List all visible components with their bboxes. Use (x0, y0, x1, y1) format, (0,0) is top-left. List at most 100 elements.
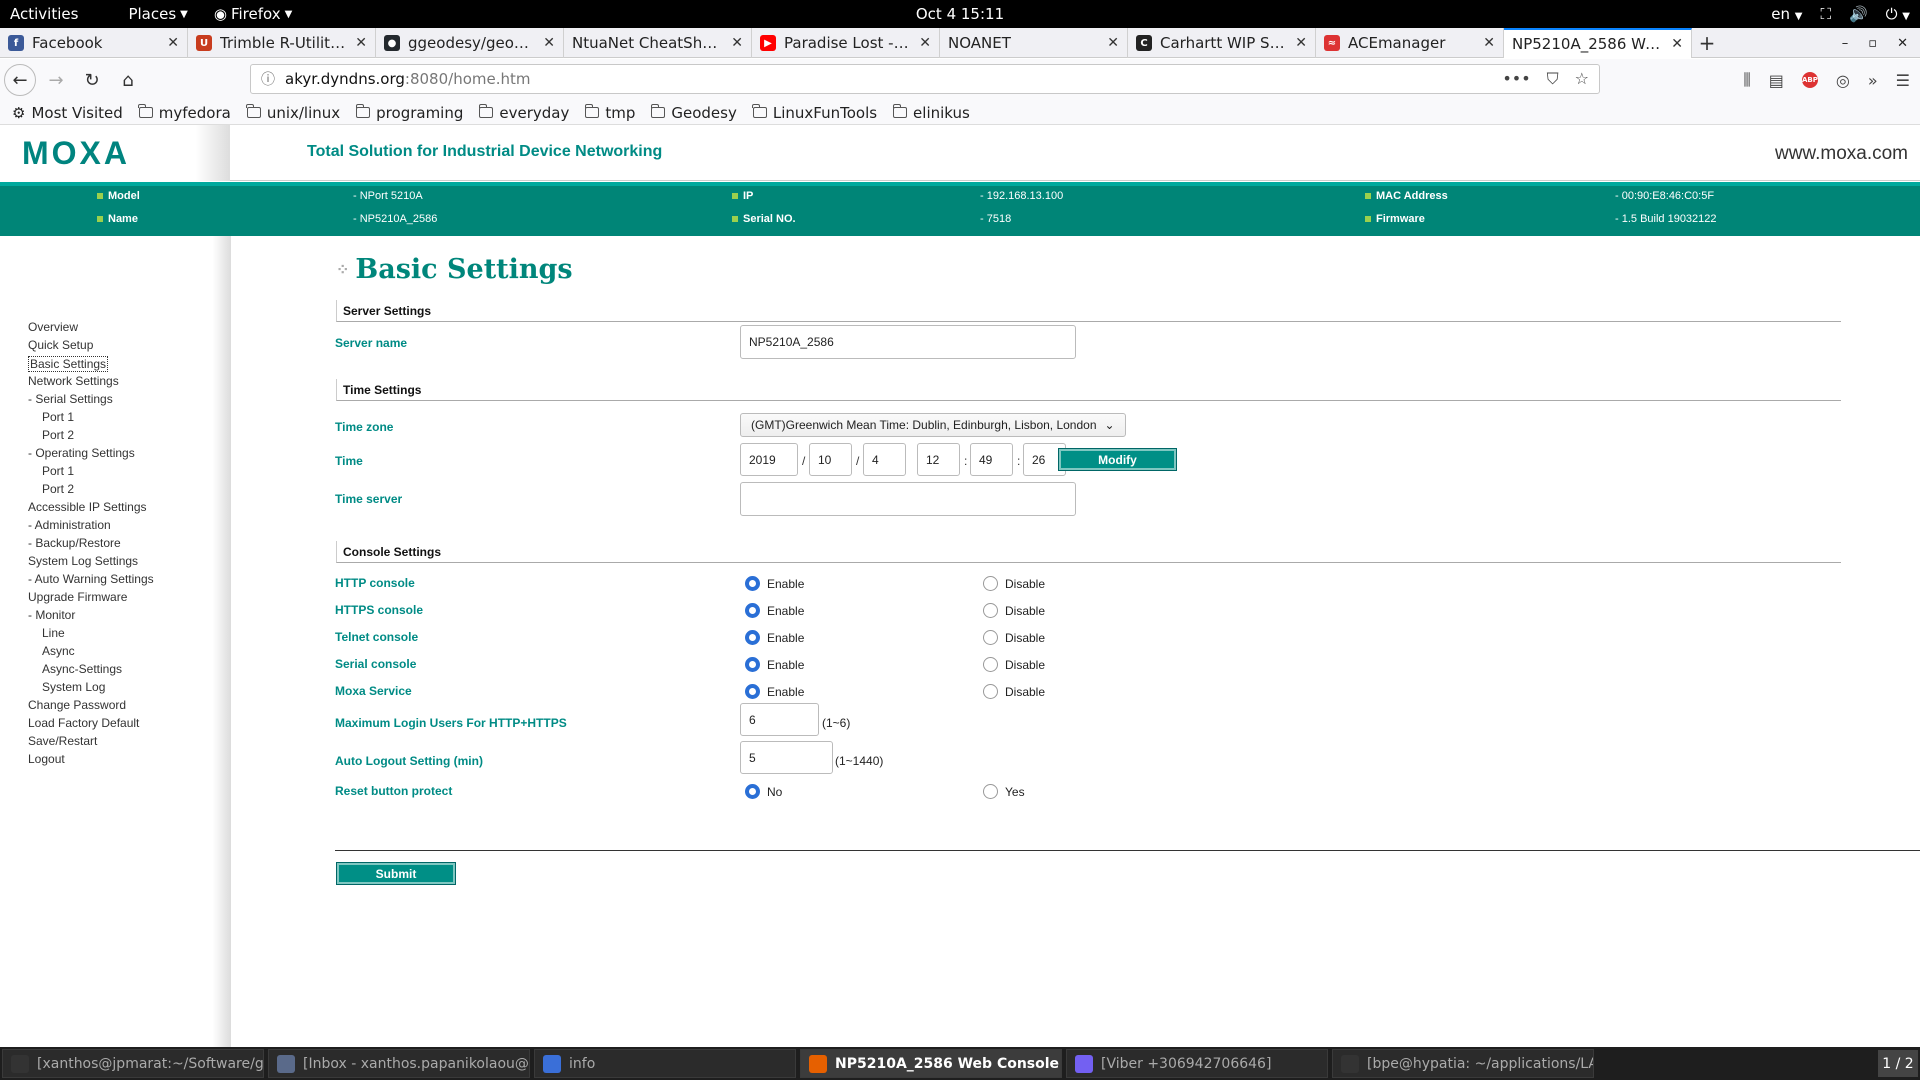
sidenav-item-line[interactable]: Line (42, 626, 65, 640)
maximize-icon[interactable]: ▫ (1868, 36, 1877, 51)
sidenav-item-monitor[interactable]: - Monitor (28, 608, 75, 622)
account-icon[interactable]: ◎ (1836, 71, 1850, 90)
sidenav-item-port-2[interactable]: Port 2 (42, 482, 74, 496)
new-tab-icon[interactable]: + (1692, 28, 1722, 57)
bookmark-item[interactable]: unix/linux (246, 104, 340, 122)
sidenav-item-network-settings[interactable]: Network Settings (28, 374, 119, 388)
sidenav-item-backup-restore[interactable]: - Backup/Restore (28, 536, 121, 550)
server-name-input[interactable]: NP5210A_2586 (740, 325, 1076, 359)
sidenav-item-port-1[interactable]: Port 1 (42, 410, 74, 424)
browser-tab[interactable]: NtuaNet CheatSheet ✕ (564, 28, 752, 58)
pocket-icon[interactable]: ⛉ (1547, 69, 1559, 89)
sidenav-item-serial-settings[interactable]: - Serial Settings (28, 392, 113, 406)
minute-input[interactable]: 49 (970, 443, 1013, 476)
sidenav-item-administration[interactable]: - Administration (28, 518, 111, 532)
year-input[interactable]: 2019 (740, 443, 798, 476)
close-tab-icon[interactable]: ✕ (731, 35, 743, 51)
bookmark-item[interactable]: LinuxFunTools (752, 104, 877, 122)
site-info-icon[interactable]: ⓘ (261, 69, 275, 89)
sidenav-item-async-settings[interactable]: Async-Settings (42, 662, 122, 676)
power-icon[interactable]: ⏻ ▼ (1886, 5, 1910, 23)
browser-tab[interactable]: U Trimble R-Utilities ✕ (188, 28, 376, 58)
taskbar-item[interactable]: [Viber +306942706646] (1066, 1049, 1328, 1078)
bookmark-star-icon[interactable]: ☆ (1575, 69, 1589, 89)
menu-icon[interactable]: ☰ (1896, 71, 1910, 90)
modify-button[interactable]: Modify (1059, 449, 1176, 470)
minimize-icon[interactable]: – (1842, 36, 1849, 51)
close-tab-icon[interactable]: ✕ (1107, 35, 1119, 51)
sidenav-item-overview[interactable]: Overview (28, 320, 78, 334)
telnet-enable-radio[interactable]: Enable (745, 630, 804, 645)
close-tab-icon[interactable]: ✕ (1295, 35, 1307, 51)
back-icon[interactable]: ← (4, 64, 36, 96)
activities-button[interactable]: Activities (0, 5, 88, 23)
bookmark-item[interactable]: Geodesy (650, 104, 737, 122)
url-bar[interactable]: ⓘ akyr.dyndns.org:8080/home.htm ••• ⛉ ☆ (250, 64, 1600, 94)
taskbar-item[interactable]: [xanthos@jpmarat:~/Software/gp... (2, 1049, 264, 1078)
page-actions-icon[interactable]: ••• (1502, 69, 1530, 89)
home-icon[interactable]: ⌂ (112, 64, 144, 96)
sidenav-item-port-2[interactable]: Port 2 (42, 428, 74, 442)
moxa-service-enable-radio[interactable]: Enable (745, 684, 804, 699)
app-menu[interactable]: ◉ Firefox ▼ (204, 5, 302, 23)
taskbar-item[interactable]: [bpe@hypatia: ~/applications/LAP... (1332, 1049, 1594, 1078)
sidenav-item-quick-setup[interactable]: Quick Setup (28, 338, 93, 352)
places-menu[interactable]: Places ▼ (118, 5, 197, 23)
browser-tab[interactable]: C Carhartt WIP Sale | c ✕ (1128, 28, 1316, 58)
sidenav-item-basic-settings[interactable]: Basic Settings (28, 356, 109, 372)
clock[interactable]: Oct 4 15:11 (916, 5, 1004, 23)
workspace-pager[interactable]: 1 / 2 (1878, 1050, 1918, 1077)
submit-button[interactable]: Submit (337, 863, 455, 884)
sidenav-item-save-restart[interactable]: Save/Restart (28, 734, 97, 748)
close-tab-icon[interactable]: ✕ (1671, 36, 1683, 52)
http-disable-radio[interactable]: Disable (983, 576, 1045, 591)
browser-tab[interactable]: NOANET ✕ (940, 28, 1128, 58)
browser-tab[interactable]: ● ggeodesy/geodesy.h ✕ (376, 28, 564, 58)
https-disable-radio[interactable]: Disable (983, 603, 1045, 618)
day-input[interactable]: 4 (863, 443, 906, 476)
bookmark-item[interactable]: programing (355, 104, 463, 122)
sidenav-item-auto-warning-settings[interactable]: - Auto Warning Settings (28, 572, 154, 586)
bookmark-item[interactable]: everyday (478, 104, 569, 122)
http-enable-radio[interactable]: Enable (745, 576, 804, 591)
browser-tab[interactable]: NP5210A_2586 Web C ✕ (1504, 28, 1692, 58)
sidenav-item-operating-settings[interactable]: - Operating Settings (28, 446, 135, 460)
taskbar-item[interactable]: info (534, 1049, 796, 1078)
sidenav-item-async[interactable]: Async (42, 644, 75, 658)
sidebar-icon[interactable]: ▤ (1769, 71, 1784, 90)
reset-yes-radio[interactable]: Yes (983, 784, 1025, 799)
overflow-icon[interactable]: » (1868, 71, 1878, 90)
hour-input[interactable]: 12 (917, 443, 960, 476)
time-server-input[interactable] (740, 482, 1076, 516)
sidenav-item-port-1[interactable]: Port 1 (42, 464, 74, 478)
browser-tab[interactable]: ≈ ACEmanager ✕ (1316, 28, 1504, 58)
taskbar-item[interactable]: NP5210A_2586 Web Console - M... (800, 1049, 1062, 1078)
close-tab-icon[interactable]: ✕ (355, 35, 367, 51)
reload-icon[interactable]: ↻ (76, 64, 108, 96)
close-window-icon[interactable]: ✕ (1897, 36, 1908, 51)
bookmark-item[interactable]: myfedora (138, 104, 231, 122)
telnet-disable-radio[interactable]: Disable (983, 630, 1045, 645)
sidenav-item-system-log-settings[interactable]: System Log Settings (28, 554, 138, 568)
reset-no-radio[interactable]: No (745, 784, 782, 799)
bookmark-item[interactable]: ⚙ Most Visited (12, 104, 123, 122)
max-login-input[interactable]: 6 (740, 703, 819, 736)
auto-logout-input[interactable]: 5 (740, 741, 833, 774)
sidenav-item-load-factory-default[interactable]: Load Factory Default (28, 716, 139, 730)
close-tab-icon[interactable]: ✕ (1483, 35, 1495, 51)
taskbar-item[interactable]: [Inbox - xanthos.papanikolaou@g... (268, 1049, 530, 1078)
library-icon[interactable]: ⫼ (1743, 70, 1750, 90)
moxa-service-disable-radio[interactable]: Disable (983, 684, 1045, 699)
browser-tab[interactable]: ▶ Paradise Lost - Eras ✕ (752, 28, 940, 58)
close-tab-icon[interactable]: ✕ (543, 35, 555, 51)
browser-tab[interactable]: f Facebook ✕ (0, 28, 188, 58)
time-zone-select[interactable]: (GMT)Greenwich Mean Time: Dublin, Edinbu… (740, 413, 1126, 437)
sidenav-item-logout[interactable]: Logout (28, 752, 65, 766)
sidenav-item-accessible-ip-settings[interactable]: Accessible IP Settings (28, 500, 147, 514)
bookmark-item[interactable]: elinikus (892, 104, 970, 122)
https-enable-radio[interactable]: Enable (745, 603, 804, 618)
month-input[interactable]: 10 (809, 443, 852, 476)
bookmark-item[interactable]: tmp (584, 104, 635, 122)
sidenav-item-change-password[interactable]: Change Password (28, 698, 126, 712)
serial-disable-radio[interactable]: Disable (983, 657, 1045, 672)
